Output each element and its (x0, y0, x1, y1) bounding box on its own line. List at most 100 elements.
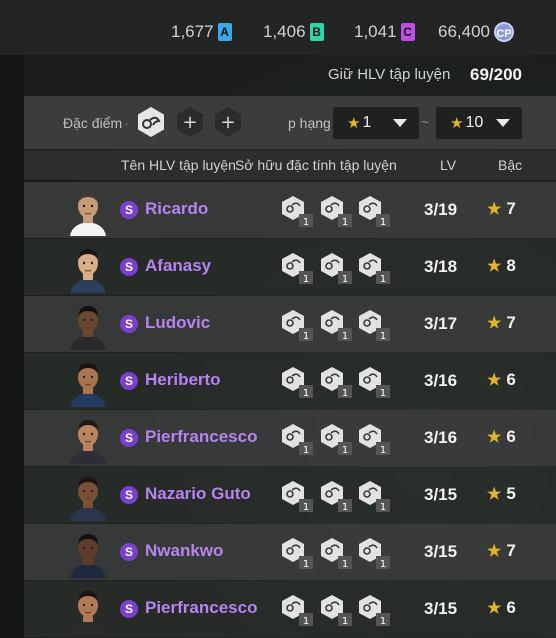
column-header-lv[interactable]: LV (440, 157, 456, 173)
s-grade-icon: S (120, 258, 138, 276)
add-trait-filter-button[interactable]: + (174, 106, 206, 138)
shooting-icon[interactable]: 1 (357, 422, 393, 456)
defense-icon[interactable]: 1 (319, 308, 355, 342)
s-grade-icon: S (120, 372, 138, 390)
coach-avatar (70, 306, 106, 350)
coach-grade-value: 7 (506, 313, 516, 332)
coach-level: 3/15 (424, 599, 458, 618)
coach-row[interactable]: S Nazario Guto 1 1 1 3/15 ★ 5 (24, 467, 556, 523)
team-icon[interactable]: 1 (357, 251, 393, 285)
currency-c-icon: C (400, 23, 415, 41)
coach-row[interactable]: S Afanasy 1 1 1 3/18 ★ 8 (24, 239, 556, 295)
coach-storage-count: 69/200 (470, 65, 522, 84)
dribble-icon[interactable]: 1 (319, 479, 355, 513)
coach-avatar (70, 363, 106, 407)
dribble-icon[interactable]: 1 (319, 251, 355, 285)
header-icon[interactable]: 1 (280, 422, 316, 456)
svg-text:1: 1 (303, 445, 309, 456)
svg-text:1: 1 (380, 445, 386, 456)
dribble-icon[interactable]: 1 (319, 422, 355, 456)
coach-avatar (70, 192, 106, 236)
s-grade-icon: S (120, 315, 138, 333)
goalkeeper-icon[interactable]: 1 (280, 308, 316, 342)
rank-from-dropdown[interactable]: ★ 1 (333, 107, 419, 139)
header-icon[interactable]: 1 (280, 251, 316, 285)
svg-text:1: 1 (342, 217, 348, 228)
coach-avatar (70, 477, 106, 521)
svg-text:1: 1 (380, 331, 386, 342)
svg-text:1: 1 (342, 388, 348, 399)
dribble-icon[interactable]: 1 (319, 365, 355, 399)
left-edge-panel (0, 55, 24, 638)
speed-icon[interactable]: 1 (357, 536, 393, 570)
currency-b-value: 1,406 (263, 22, 306, 41)
s-grade-icon: S (120, 600, 138, 618)
coach-row[interactable]: S Pierfrancesco 1 1 1 3/15 ★ 6 (24, 581, 556, 637)
dribble-icon[interactable]: 1 (280, 593, 316, 627)
shooting-icon[interactable]: 1 (357, 365, 393, 399)
coach-name: Ricardo (145, 199, 209, 218)
star-icon: ★ (487, 486, 502, 503)
dribble-icon[interactable]: 1 (357, 194, 393, 228)
pass-icon[interactable]: 1 (280, 479, 316, 513)
coach-level: 3/17 (424, 314, 458, 333)
shooting-icon[interactable]: 1 (357, 479, 393, 513)
svg-text:1: 1 (303, 502, 309, 513)
svg-text:1: 1 (303, 616, 309, 627)
currency-b-icon: B (309, 23, 324, 41)
trait-filter-dribble-slot[interactable] (135, 106, 167, 138)
s-grade-icon: S (120, 543, 138, 561)
plus-icon: + (220, 112, 235, 133)
coach-level: 3/15 (424, 485, 458, 504)
pass-icon[interactable]: 1 (280, 194, 316, 228)
coach-name: Heriberto (145, 370, 221, 389)
rank-to-value: 10 (465, 114, 484, 131)
currency-a-value: 1,677 (171, 22, 214, 41)
coach-row[interactable]: S Ricardo 1 1 1 3/19 ★ 7 (24, 182, 556, 238)
coach-name: Afanasy (145, 256, 212, 275)
svg-text:1: 1 (380, 616, 386, 627)
strength-icon[interactable]: 1 (280, 536, 316, 570)
shooting-icon[interactable]: 1 (357, 593, 393, 627)
rank-to-dropdown[interactable]: ★ 10 (436, 107, 522, 139)
currency-b: 1,406 B (263, 0, 324, 64)
plus-icon: + (182, 112, 197, 133)
svg-text:1: 1 (380, 274, 386, 285)
coach-grade: ★ 8 (487, 256, 516, 276)
coach-name: Nazario Guto (145, 484, 251, 503)
coach-row[interactable]: S Pierfrancesco 1 1 1 3/16 ★ 6 (24, 410, 556, 466)
svg-text:1: 1 (342, 274, 348, 285)
coach-row[interactable]: S Nwankwo 1 1 1 3/15 ★ 7 (24, 524, 556, 580)
currency-a-icon: A (217, 23, 232, 41)
dribble-icon[interactable]: 1 (357, 308, 393, 342)
coach-avatar (70, 591, 106, 635)
svg-text:1: 1 (303, 217, 309, 228)
coach-level: 3/16 (424, 428, 458, 447)
svg-text:1: 1 (342, 616, 348, 627)
chevron-down-icon (393, 119, 407, 127)
coach-grade: ★ 5 (487, 484, 516, 504)
column-header-traits[interactable]: Sở hữu đặc tính tập luyện (235, 157, 397, 173)
coach-row[interactable]: S Ludovic 1 1 1 3/17 ★ 7 (24, 296, 556, 352)
power-icon[interactable]: 1 (319, 593, 355, 627)
coach-row[interactable]: S Heriberto 1 1 1 3/16 ★ 6 (24, 353, 556, 409)
coach-grade-value: 7 (506, 541, 516, 560)
column-header-grade[interactable]: Bậc (498, 157, 522, 173)
rank-from-value: 1 (362, 114, 372, 131)
coach-name: Pierfrancesco (145, 598, 258, 617)
svg-text:1: 1 (380, 559, 386, 570)
power-icon[interactable]: 1 (319, 194, 355, 228)
currency-c-value: 1,041 (354, 22, 397, 41)
coach-name: Pierfrancesco (145, 427, 258, 446)
star-icon: ★ (487, 600, 502, 617)
goalkeeper-icon[interactable]: 1 (280, 365, 316, 399)
coach-grade-value: 6 (506, 598, 516, 617)
svg-text:1: 1 (380, 217, 386, 228)
coach-grade: ★ 7 (487, 541, 516, 561)
add-trait-filter-button-2[interactable]: + (212, 106, 244, 138)
column-header-name[interactable]: Tên HLV tập luyện (121, 157, 236, 173)
dribble-icon[interactable]: 1 (319, 536, 355, 570)
coach-grade-value: 7 (506, 199, 516, 218)
coach-name: Ludovic (145, 313, 211, 332)
s-grade-icon: S (120, 486, 138, 504)
